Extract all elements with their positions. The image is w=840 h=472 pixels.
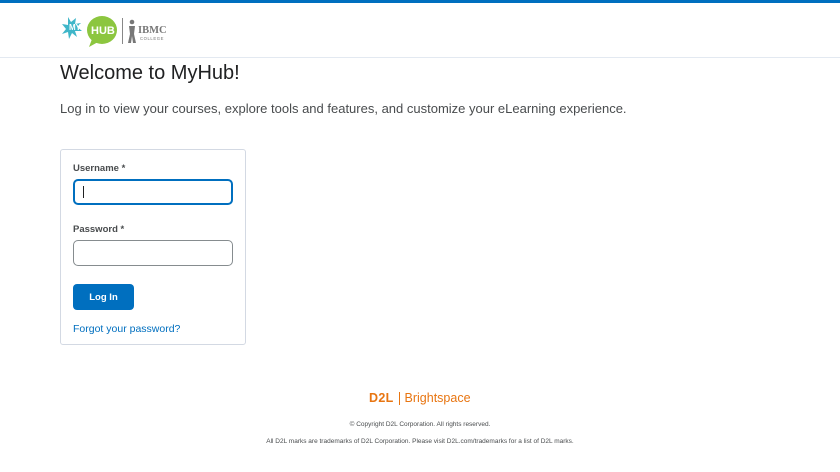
forgot-password-link[interactable]: Forgot your password? bbox=[73, 323, 180, 335]
copyright-text: © Copyright D2L Corporation. All rights … bbox=[349, 421, 491, 428]
brightspace-wordmark: Brightspace bbox=[404, 391, 471, 405]
svg-text:MY: MY bbox=[69, 23, 82, 32]
text-cursor bbox=[83, 186, 84, 198]
brand-divider bbox=[398, 391, 400, 405]
username-input[interactable] bbox=[73, 179, 233, 205]
myhub-logo-icon: MY HUB IBMC COLLEGE bbox=[62, 16, 167, 47]
username-label: Username * bbox=[73, 163, 126, 174]
svg-text:HUB: HUB bbox=[91, 25, 115, 37]
login-form: Username * Password * Log In Forgot your… bbox=[60, 149, 246, 345]
svg-text:COLLEGE: COLLEGE bbox=[140, 36, 164, 41]
page-subtitle: Log in to view your courses, explore too… bbox=[60, 101, 627, 116]
svg-text:IBMC: IBMC bbox=[138, 25, 167, 36]
trademark-text: All D2L marks are trademarks of D2L Corp… bbox=[266, 438, 574, 445]
d2l-mark: D2L bbox=[369, 391, 394, 405]
page-title: Welcome to MyHub! bbox=[60, 62, 240, 84]
password-input[interactable] bbox=[73, 240, 233, 266]
site-header: MY HUB IBMC COLLEGE bbox=[0, 3, 840, 58]
d2l-brightspace-logo: D2L Brightspace bbox=[369, 390, 471, 406]
myhub-ibmc-logo[interactable]: MY HUB IBMC COLLEGE bbox=[62, 13, 174, 51]
login-button[interactable]: Log In bbox=[73, 284, 134, 310]
password-label: Password * bbox=[73, 224, 125, 235]
